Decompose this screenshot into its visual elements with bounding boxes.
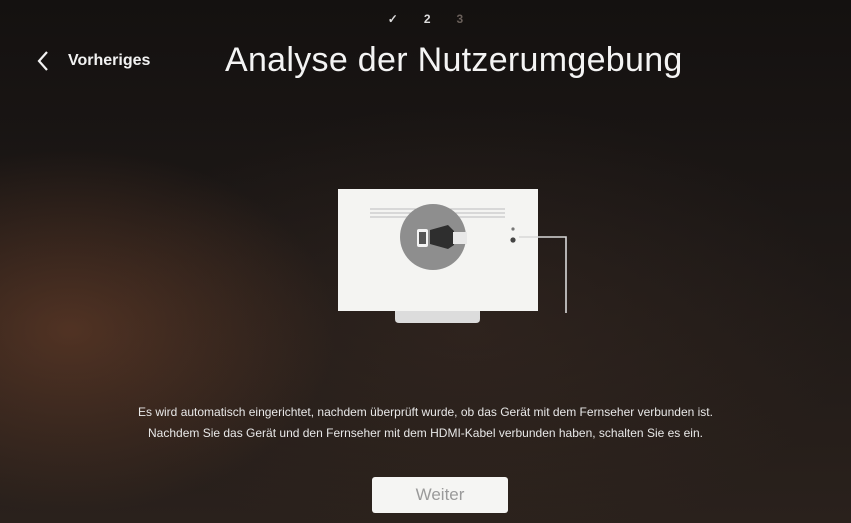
page-title: Analyse der Nutzerumgebung bbox=[225, 41, 683, 79]
step-2-current: 2 bbox=[423, 12, 431, 26]
instruction-line-1: Es wird automatisch eingerichtet, nachde… bbox=[138, 405, 713, 419]
step-3-pending: 3 bbox=[456, 12, 464, 26]
step-1-done-icon: ✓ bbox=[387, 12, 398, 26]
step-indicator: ✓ 2 3 bbox=[0, 12, 851, 32]
setup-screen: ✓ 2 3 Vorheriges Analyse der Nutzerumgeb… bbox=[0, 0, 851, 523]
chevron-left-icon bbox=[37, 51, 48, 71]
tv-hdmi-connection-illustration bbox=[338, 189, 567, 323]
instruction-text: Es wird automatisch eingerichtet, nachde… bbox=[0, 402, 851, 444]
instruction-line-2: Nachdem Sie das Gerät und den Fernseher … bbox=[148, 426, 703, 440]
back-button[interactable]: Vorheriges bbox=[36, 50, 150, 72]
back-button-label: Vorheriges bbox=[68, 52, 151, 69]
next-button[interactable]: Weiter bbox=[372, 477, 508, 513]
